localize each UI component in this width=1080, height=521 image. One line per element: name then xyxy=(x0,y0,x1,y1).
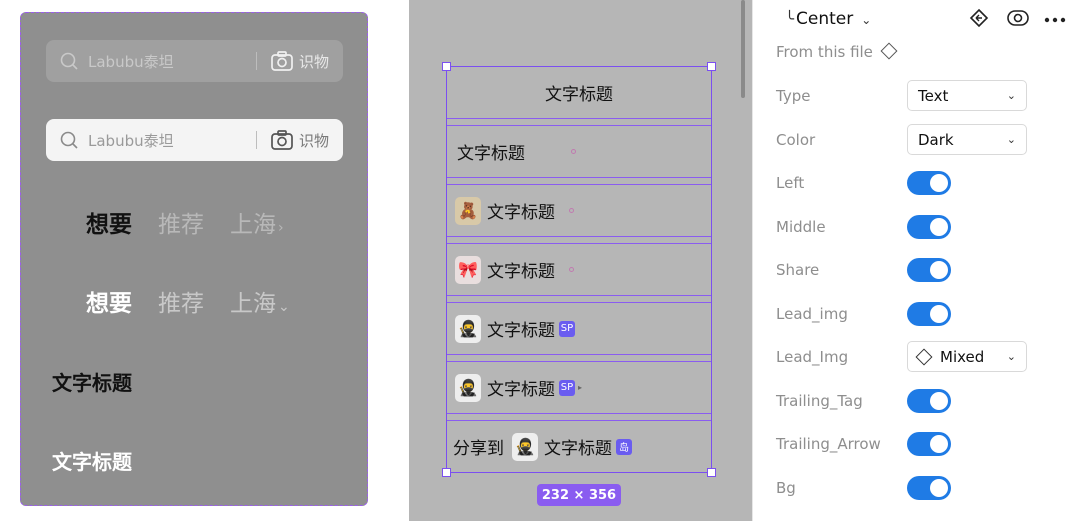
toggle-knob xyxy=(930,392,948,410)
search-placeholder: Labubu泰坦 xyxy=(88,52,174,71)
camera-icon[interactable] xyxy=(271,51,293,71)
tab-shanghai[interactable]: 上海 › xyxy=(230,205,284,239)
resize-handle-bottom-left[interactable] xyxy=(442,468,451,477)
tab-recommend[interactable]: 推荐 xyxy=(158,205,204,239)
resize-handle-top-left[interactable] xyxy=(442,62,451,71)
chevron-down-icon: ⌄ xyxy=(278,299,290,315)
trailing-tag-toggle[interactable] xyxy=(907,389,951,413)
left-toggle[interactable] xyxy=(907,171,951,195)
tab-want[interactable]: 想要 xyxy=(86,205,132,239)
properties-panel: ╰ Center ⌄ From this file Type Text ⌄ Color… xyxy=(752,0,1080,521)
middle-toggle[interactable] xyxy=(907,215,951,239)
from-file-label: From this file xyxy=(776,43,873,61)
prop-label-lead-img: Lead_img xyxy=(776,305,848,323)
toggle-knob xyxy=(930,261,948,279)
tab-want[interactable]: 想要 xyxy=(86,284,132,318)
title-text-dark: 文字标题 xyxy=(52,371,132,395)
prop-label-bg: Bg xyxy=(776,479,796,497)
size-badge: 232 × 356 xyxy=(537,484,621,506)
tab-row-dark: 想要 推荐 上海 › xyxy=(86,205,284,239)
camera-label[interactable]: 识物 xyxy=(299,130,329,151)
chevron-right-icon: › xyxy=(278,220,284,236)
toggle-knob xyxy=(930,479,948,497)
more-icon[interactable] xyxy=(1044,17,1066,23)
component-title[interactable]: ╰ Center ⌄ xyxy=(785,9,871,29)
diamond-icon xyxy=(915,348,933,365)
search-placeholder: Labubu泰坦 xyxy=(88,131,174,150)
prop-label-trailing-arrow: Trailing_Arrow xyxy=(776,435,881,453)
bg-toggle[interactable] xyxy=(907,476,951,500)
canvas-scrollbar[interactable] xyxy=(741,0,745,98)
camera-icon[interactable] xyxy=(271,130,293,150)
prop-label-lead-img-swap: Lead_Img xyxy=(776,348,849,366)
chevron-down-icon: ⌄ xyxy=(1006,89,1016,102)
prop-label-left: Left xyxy=(776,174,805,192)
prop-label-color: Color xyxy=(776,131,816,149)
divider xyxy=(255,131,257,149)
left-preview-area: Labubu泰坦 识物 Labubu泰坦 识物 想要 推荐 上海 › 想要 推荐 … xyxy=(0,0,388,521)
prop-label-middle: Middle xyxy=(776,218,826,236)
search-icon xyxy=(60,52,78,70)
tab-shanghai[interactable]: 上海 ⌄ xyxy=(230,284,290,318)
component-preview-frame[interactable]: Labubu泰坦 识物 Labubu泰坦 识物 想要 推荐 上海 › 想要 推荐 … xyxy=(20,12,368,506)
resize-handle-top-right[interactable] xyxy=(707,62,716,71)
lead-img-select[interactable]: Mixed ⌄ xyxy=(907,341,1027,372)
camera-label[interactable]: 识物 xyxy=(299,51,329,72)
search-icon xyxy=(60,131,78,149)
detach-instance-icon[interactable] xyxy=(969,8,989,28)
share-toggle[interactable] xyxy=(907,258,951,282)
tab-recommend[interactable]: 推荐 xyxy=(158,284,204,318)
selection-outline xyxy=(446,66,712,473)
corner-icon: ╰ xyxy=(785,10,795,28)
toggle-knob xyxy=(930,218,948,236)
search-bar-light[interactable]: Labubu泰坦 识物 xyxy=(46,119,343,161)
lead-img-value: Mixed xyxy=(940,347,985,366)
prop-label-type: Type xyxy=(776,87,811,105)
tab-row-light: 想要 推荐 上海 ⌄ xyxy=(86,284,290,318)
color-select[interactable]: Dark ⌄ xyxy=(907,124,1027,155)
prop-label-trailing-tag: Trailing_Tag xyxy=(776,392,863,410)
component-name: Center xyxy=(796,9,854,29)
divider xyxy=(255,52,257,70)
component-diamond-icon[interactable] xyxy=(880,42,898,60)
toggle-knob xyxy=(930,174,948,192)
prop-label-share: Share xyxy=(776,261,820,279)
eye-icon[interactable] xyxy=(1007,10,1029,26)
tab-shanghai-label: 上海 xyxy=(230,212,276,238)
lead-img-toggle[interactable] xyxy=(907,302,951,326)
toggle-knob xyxy=(930,305,948,323)
trailing-arrow-toggle[interactable] xyxy=(907,432,951,456)
chevron-down-icon: ⌄ xyxy=(1006,350,1016,363)
type-value: Text xyxy=(918,86,949,105)
type-select[interactable]: Text ⌄ xyxy=(907,80,1027,111)
title-text-light: 文字标题 xyxy=(52,450,132,474)
color-value: Dark xyxy=(918,130,954,149)
chevron-down-icon: ⌄ xyxy=(1006,133,1016,146)
toggle-knob xyxy=(930,435,948,453)
chevron-down-icon: ⌄ xyxy=(861,13,872,27)
tab-shanghai-label: 上海 xyxy=(230,291,276,317)
search-bar-dim[interactable]: Labubu泰坦 识物 xyxy=(46,40,343,82)
resize-handle-bottom-right[interactable] xyxy=(707,468,716,477)
